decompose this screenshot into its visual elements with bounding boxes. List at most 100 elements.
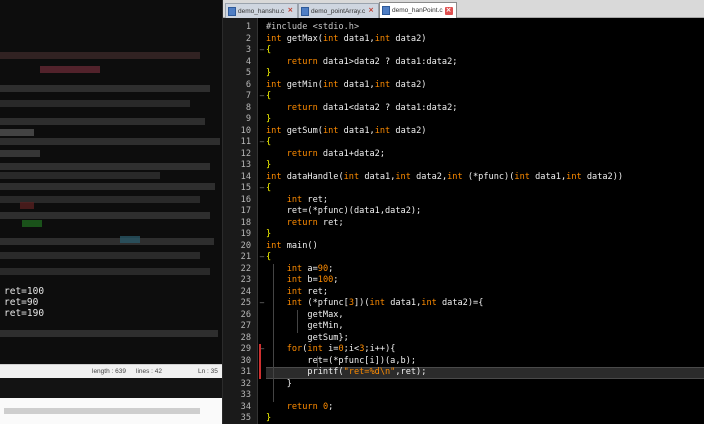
fold-toggle-icon[interactable]: −: [258, 45, 266, 57]
code-token: data2): [390, 79, 427, 90]
code-token: int: [266, 79, 282, 90]
code-token: ret;: [302, 286, 329, 297]
code-line: int (*pfunc[3])(int data1,int data2)={: [266, 298, 484, 310]
line-number: 9: [245, 114, 251, 124]
code-line: }: [266, 229, 271, 241]
code-token: "ret=%d\n": [343, 367, 396, 377]
change-marker: [259, 344, 261, 356]
code-token: {: [266, 91, 272, 101]
code-token: printf(: [266, 367, 344, 377]
code-line: int getMin(int data1,int data2): [266, 80, 426, 92]
blurred-row: [0, 252, 200, 259]
code-token: int: [322, 33, 339, 44]
code-line: return data1>data2 ? data1:data2;: [266, 57, 458, 69]
blurred-caption: [0, 398, 222, 424]
code-token: getMax(: [281, 33, 323, 44]
line-number: 28: [240, 332, 251, 343]
code-token: a=: [302, 263, 318, 274]
blurred-row: [0, 100, 190, 107]
fold-toggle-icon[interactable]: −: [258, 91, 266, 103]
line-number: 3: [245, 45, 251, 55]
line-number: 20: [240, 240, 251, 251]
code-token: int: [369, 298, 386, 308]
code-line: int ret;: [266, 195, 328, 207]
line-number: 21: [240, 252, 251, 262]
fold-toggle-icon[interactable]: −: [258, 298, 266, 310]
code-token: ])(: [354, 298, 370, 308]
code-token: data1,: [385, 298, 422, 308]
line-number: 7: [245, 91, 251, 101]
close-icon[interactable]: ×: [444, 6, 453, 15]
code-token: {: [266, 137, 272, 147]
tab-label: demo_hanshu.c: [238, 7, 285, 15]
code-line: }: [266, 160, 271, 172]
close-icon[interactable]: ×: [286, 7, 294, 15]
blurred-row: [0, 330, 218, 337]
blurred-row: [0, 163, 210, 170]
blurred-row: [0, 183, 215, 190]
close-icon[interactable]: ×: [367, 7, 375, 15]
fold-toggle-icon[interactable]: −: [258, 252, 266, 264]
blurred-row: [0, 138, 220, 145]
line-number: 19: [240, 229, 251, 239]
code-line: {: [266, 252, 271, 264]
code-line: {: [266, 45, 271, 57]
code-token: ret=(*pfunc)(data1,data2);: [266, 206, 422, 216]
code-token: (*pfunc)(: [462, 171, 515, 182]
code-token: ;: [328, 401, 334, 412]
status-lines: lines : 42: [136, 368, 163, 375]
blurred-row: [120, 236, 140, 243]
tab-demo-pointarray[interactable]: demo_pointArray.c ×: [298, 3, 380, 18]
line-number: 24: [240, 286, 251, 297]
line-number: 18: [240, 217, 251, 228]
code-line: printf("ret=%d\n",ret);: [266, 367, 426, 379]
line-number: 34: [240, 401, 251, 412]
code-line: int getMax(int data1,int data2): [266, 34, 426, 46]
code-line: getSum};: [266, 333, 348, 345]
code-token: int: [374, 79, 391, 90]
taskbar-strip: [0, 378, 222, 398]
line-number: 15: [240, 183, 251, 193]
code-token: data1,: [338, 79, 375, 90]
line-number: 33: [240, 390, 251, 400]
code-token: }: [266, 229, 272, 239]
fold-toggle-icon[interactable]: −: [258, 137, 266, 149]
code-token: int: [266, 171, 282, 182]
status-bar: length : 639 lines : 42 Ln : 35: [0, 364, 222, 378]
code-area[interactable]: #include <stdio.h> int getMax(int data1,i…: [266, 18, 704, 424]
code-token: return: [286, 148, 318, 159]
code-token: ;: [333, 275, 339, 285]
code-token: return: [286, 217, 318, 228]
code-token: (*pfunc[: [302, 298, 349, 308]
fold-toggle-icon[interactable]: −: [258, 183, 266, 195]
code-token: data1,: [338, 33, 375, 44]
code-token: data1,: [338, 125, 375, 136]
code-line: {: [266, 183, 271, 195]
line-number: 6: [245, 79, 251, 90]
code-token: int: [374, 33, 391, 44]
console-window: ret=100 ret=90 ret=190 length : 639 line…: [0, 0, 222, 424]
tab-demo-hanpoint[interactable]: demo_hanPoint.c ×: [379, 2, 457, 18]
tab-demo-hanshu[interactable]: demo_hanshu.c ×: [225, 3, 299, 18]
code-line: int a=90;: [266, 263, 334, 276]
code-token: data2)): [581, 171, 624, 182]
code-token: int: [286, 275, 303, 285]
code-line: ret=(*pfunc)(data1,data2);: [266, 206, 422, 218]
code-token: i=: [322, 344, 339, 354]
code-line: int main(): [266, 241, 318, 253]
line-number: 26: [240, 309, 251, 320]
code-token: dataHandle(: [281, 171, 344, 182]
code-token: int: [322, 125, 339, 136]
code-token: int: [514, 171, 530, 182]
code-token: int: [421, 298, 437, 308]
console-line: ret=190: [4, 308, 45, 319]
code-line: {: [266, 91, 271, 103]
code-token: data1<data2 ? data1:data2;: [317, 102, 458, 113]
blurred-row: [0, 268, 210, 275]
